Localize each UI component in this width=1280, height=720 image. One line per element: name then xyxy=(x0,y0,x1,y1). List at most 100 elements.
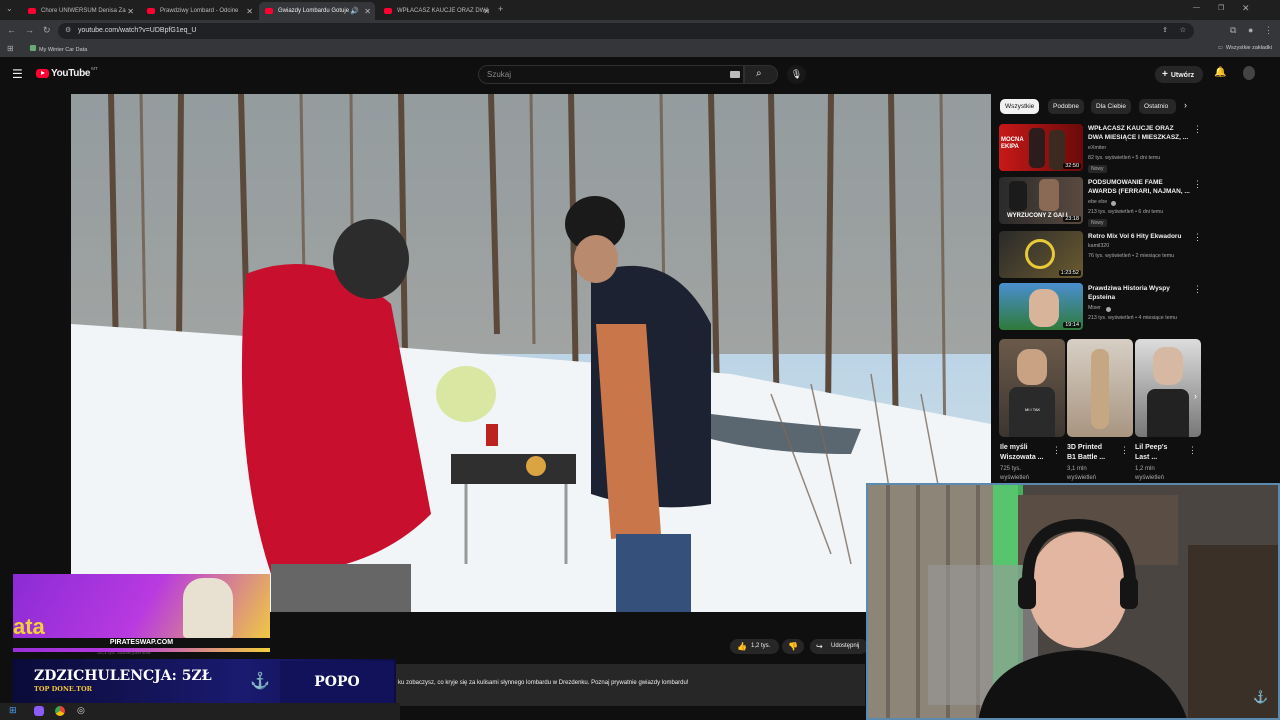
windows-start-icon[interactable]: ⊞ xyxy=(9,705,17,716)
avatar[interactable] xyxy=(1243,66,1255,80)
thumbnail-text: MOCNA EKIPA xyxy=(1001,137,1024,150)
rec-channel[interactable]: kamil320 xyxy=(1088,242,1109,251)
menu-kebab-icon[interactable]: ⋮ xyxy=(1264,25,1273,36)
short-title[interactable]: Lil Peep's xyxy=(1135,443,1167,453)
rec-meta: 213 tys. wyświetleń • 6 dni temu xyxy=(1088,209,1164,215)
rec-channel[interactable]: Mixer xyxy=(1088,304,1101,313)
all-bookmarks[interactable]: ▭ Wszystkie zakładki xyxy=(1218,45,1272,51)
youtube-logo[interactable]: YouTube MT xyxy=(36,66,98,79)
short-title[interactable]: 3D Printed xyxy=(1067,443,1102,453)
short-thumbnail[interactable] xyxy=(1067,339,1133,437)
chip-recent[interactable]: Ostatnio xyxy=(1139,99,1176,114)
address-bar[interactable]: ⚙ youtube.com/watch?v=UDBpfG1eq_U ⇪ ☆ xyxy=(58,23,1194,39)
more-options-icon[interactable]: ⋮ xyxy=(1193,179,1202,190)
chevron-right-icon[interactable]: › xyxy=(1184,100,1187,110)
more-options-icon[interactable]: ⋮ xyxy=(1052,445,1061,456)
youtube-favicon-icon xyxy=(28,8,36,14)
chip-related[interactable]: Podobne xyxy=(1048,99,1085,114)
tab-3-active[interactable]: Gwiazdy Lombardu Gotuje 🔊 ✕ xyxy=(259,2,375,20)
folder-icon: ▭ xyxy=(1217,45,1223,51)
tab-1[interactable]: Chore UNIWERSUM Denisa Za ✕ xyxy=(22,2,138,20)
hamburger-menu-icon[interactable]: ☰ xyxy=(12,67,23,81)
dislike-button[interactable]: 👎 xyxy=(782,639,804,654)
webcam-overlay: ⚓ xyxy=(866,483,1280,720)
back-icon[interactable]: ← xyxy=(7,25,16,35)
browser-tab-bar: ⌄ Chore UNIWERSUM Denisa Za ✕ Prawdziwy … xyxy=(0,0,1280,20)
more-options-icon[interactable]: ⋮ xyxy=(1193,284,1202,295)
like-button[interactable]: 👍 1,2 tys. xyxy=(730,639,779,654)
rec-title[interactable]: DWA MIESIĄCE I MIESZKASZ, ... xyxy=(1088,133,1188,142)
close-tab-icon[interactable]: ✕ xyxy=(246,7,253,16)
voice-search-button[interactable]: 🎙 xyxy=(787,65,806,84)
short-title[interactable]: Wiszowata ... xyxy=(1000,453,1044,463)
short-views: 3,1 mln xyxy=(1067,466,1087,472)
reload-icon[interactable]: ↻ xyxy=(43,25,51,36)
country-code: MT xyxy=(91,66,98,71)
share-button[interactable]: ↪ Udostępnij xyxy=(810,639,868,654)
tab-4[interactable]: WPŁACASZ KAUCJE ORAZ DWA ✕ xyxy=(378,2,494,20)
speaker-icon[interactable]: 🔊 xyxy=(350,7,359,15)
short-title[interactable]: Ile myśli xyxy=(1000,443,1028,453)
more-options-icon[interactable]: ⋮ xyxy=(1193,124,1202,135)
extensions-icon[interactable]: ⧉ xyxy=(1230,25,1236,36)
close-tab-icon[interactable]: ✕ xyxy=(127,7,134,16)
rec-title[interactable]: PODSUMOWANIE FAME xyxy=(1088,178,1163,187)
thumbs-up-icon: 👍 xyxy=(737,642,747,651)
rec-title[interactable]: Retro Mix Vol 6 Hity Ekwadoru xyxy=(1088,232,1181,241)
minimize-icon[interactable]: — xyxy=(1193,4,1200,11)
short-title[interactable]: B1 Battle ... xyxy=(1067,453,1105,463)
close-tab-icon[interactable]: ✕ xyxy=(483,7,490,16)
apps-grid-icon[interactable]: ⊞ xyxy=(7,44,14,53)
close-tab-icon[interactable]: ✕ xyxy=(364,7,371,16)
tab-label: Gwiazdy Lombardu Gotuje xyxy=(278,8,350,14)
rec-channel[interactable]: ebe ebe xyxy=(1088,198,1107,207)
chip-all[interactable]: Wszystkie xyxy=(1000,99,1040,114)
install-app-icon[interactable]: ⇪ xyxy=(1162,23,1168,39)
bookmark-label: My Winter Car Data xyxy=(39,47,88,53)
thumbs-down-icon: 👎 xyxy=(788,642,798,651)
video-thumbnail[interactable]: MOCNA EKIPA 32:50 xyxy=(999,124,1083,171)
rec-title[interactable]: AWARDS (FERRARI, NAJMAN, ... xyxy=(1088,187,1190,196)
site-info-icon[interactable]: ⚙ xyxy=(65,23,71,39)
bookmark-item[interactable]: My Winter Car Data xyxy=(30,45,87,53)
chip-for-you[interactable]: Dla Ciebie xyxy=(1091,99,1131,114)
tab-2[interactable]: Prawdziwy Lombard - Odcine ✕ xyxy=(141,2,257,20)
thumbnail-text: MI I TAK xyxy=(1025,407,1041,412)
profile-icon[interactable]: ● xyxy=(1248,25,1253,35)
video-description[interactable]: ku zobaczysz, co kryje się za kulisami s… xyxy=(395,664,865,706)
create-button[interactable]: + Utwórz xyxy=(1155,66,1203,83)
tab-label: Chore UNIWERSUM Denisa Za xyxy=(41,8,126,14)
more-options-icon[interactable]: ⋮ xyxy=(1188,445,1197,456)
chevron-right-icon[interactable]: › xyxy=(1194,391,1197,401)
video-player[interactable] xyxy=(71,94,991,612)
notifications-bell-icon[interactable]: 🔔 xyxy=(1214,67,1226,78)
tab-search-icon[interactable]: ⌄ xyxy=(6,4,13,13)
close-window-icon[interactable]: ✕ xyxy=(1242,3,1250,14)
more-options-icon[interactable]: ⋮ xyxy=(1120,445,1129,456)
rec-title[interactable]: WPŁACASZ KAUCJE ORAZ xyxy=(1088,124,1174,133)
forward-icon[interactable]: → xyxy=(25,25,34,35)
more-options-icon[interactable]: ⋮ xyxy=(1193,232,1202,243)
rec-title[interactable]: Epsteina xyxy=(1088,293,1115,302)
discord-app-icon[interactable] xyxy=(34,706,44,716)
search-input[interactable]: Szukaj xyxy=(478,65,744,84)
new-tab-icon[interactable]: + xyxy=(498,4,503,14)
video-thumbnail[interactable]: 1:23:52 xyxy=(999,231,1083,278)
rec-title[interactable]: Prawdziwa Historia Wyspy xyxy=(1088,284,1170,293)
sponsor-logo-fragment: ata xyxy=(13,614,45,639)
short-thumbnail[interactable]: MI I TAK xyxy=(999,339,1065,437)
maximize-icon[interactable]: ❐ xyxy=(1218,4,1224,12)
video-thumbnail[interactable]: WYRZUCONY Z GALI 23:18 xyxy=(999,177,1083,224)
webcam-frame xyxy=(868,485,1278,718)
video-thumbnail[interactable]: 19:14 xyxy=(999,283,1083,330)
bookmark-star-icon[interactable]: ☆ xyxy=(1180,23,1186,39)
keyboard-icon[interactable] xyxy=(730,71,740,78)
short-thumbnail[interactable] xyxy=(1135,339,1201,437)
video-frame xyxy=(71,94,991,612)
short-title[interactable]: Last ... xyxy=(1135,453,1157,463)
search-button[interactable]: ⌕ xyxy=(744,65,778,84)
rec-channel[interactable]: eXmiter xyxy=(1088,144,1106,153)
chrome-app-icon[interactable] xyxy=(55,706,65,716)
obs-app-icon[interactable]: ◎ xyxy=(77,705,85,716)
url-text: youtube.com/watch?v=UDBpfG1eq_U xyxy=(78,27,197,34)
